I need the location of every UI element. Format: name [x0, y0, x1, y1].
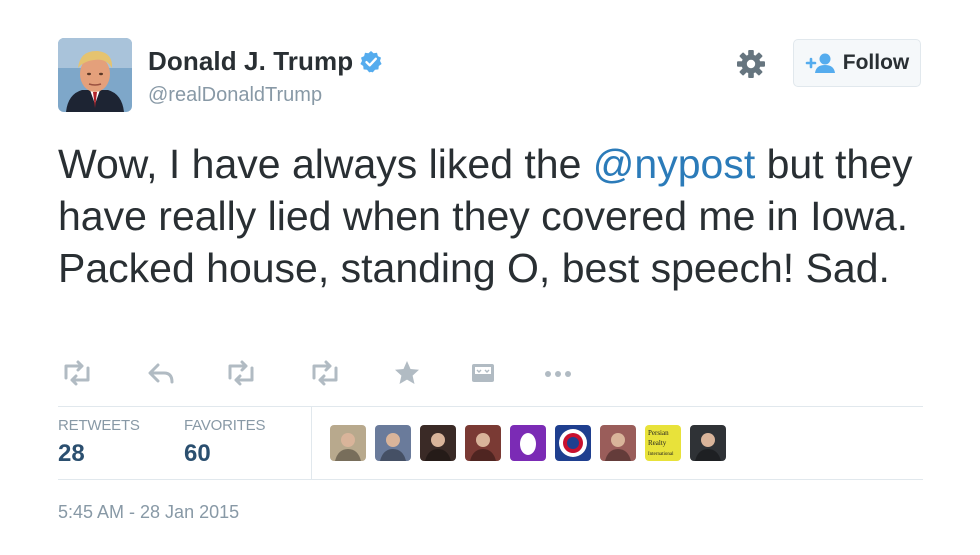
- retweets-count: 28: [58, 440, 85, 467]
- svg-text:International: International: [648, 452, 674, 457]
- svg-text:Persian: Persian: [648, 429, 669, 437]
- follow-button[interactable]: Follow: [793, 39, 921, 87]
- retweets-stat[interactable]: RETWEETS 28: [58, 417, 140, 468]
- avatar-3[interactable]: [420, 425, 456, 461]
- avatar-5[interactable]: [510, 425, 546, 461]
- favorites-count: 60: [184, 440, 211, 467]
- favoriter-avatars: Persian Realty International: [330, 425, 735, 461]
- avatar-7[interactable]: [600, 425, 636, 461]
- avatar-1[interactable]: [330, 425, 366, 461]
- favorites-stat[interactable]: FAVORITES 60: [184, 417, 265, 468]
- avatar-2[interactable]: [375, 425, 411, 461]
- avatar-4[interactable]: [465, 425, 501, 461]
- avatar-9[interactable]: [690, 425, 726, 461]
- reply-icon[interactable]: [146, 358, 176, 388]
- add-user-icon: [805, 52, 835, 74]
- avatar-8[interactable]: Persian Realty International: [645, 425, 681, 461]
- retweet-icon[interactable]: [60, 358, 94, 388]
- tweet-text-part: Wow, I have always liked the: [58, 141, 593, 187]
- tweet-actions: [58, 358, 618, 394]
- user-avatar[interactable]: [58, 38, 132, 112]
- star-icon[interactable]: [392, 358, 422, 388]
- tweet-timestamp[interactable]: 5:45 AM - 28 Jan 2015: [58, 502, 239, 523]
- svg-text:Realty: Realty: [648, 439, 667, 447]
- tweet-text: Wow, I have always liked the @nypost but…: [58, 138, 948, 294]
- user-handle[interactable]: @realDonaldTrump: [148, 84, 322, 107]
- stats-divider: [311, 407, 312, 479]
- tweet-stats: RETWEETS 28 FAVORITES 60 Persian Realty In…: [58, 406, 923, 480]
- follow-label: Follow: [842, 51, 910, 74]
- retweets-label: RETWEETS: [58, 417, 140, 434]
- mention-link[interactable]: @nypost: [593, 141, 755, 187]
- user-name-row[interactable]: Donald J. Trump: [148, 46, 383, 77]
- tweet-card: Donald J. Trump @realDonaldTrump Follow …: [0, 0, 980, 555]
- retweet-icon[interactable]: [308, 358, 342, 388]
- inbox-icon[interactable]: [468, 358, 498, 388]
- avatar-6[interactable]: [555, 425, 591, 461]
- more-icon[interactable]: [542, 358, 576, 388]
- favorites-label: FAVORITES: [184, 417, 266, 434]
- user-name[interactable]: Donald J. Trump: [148, 46, 353, 77]
- gear-icon[interactable]: [735, 48, 767, 80]
- retweet-icon[interactable]: [224, 358, 258, 388]
- verified-badge-icon: [359, 50, 383, 74]
